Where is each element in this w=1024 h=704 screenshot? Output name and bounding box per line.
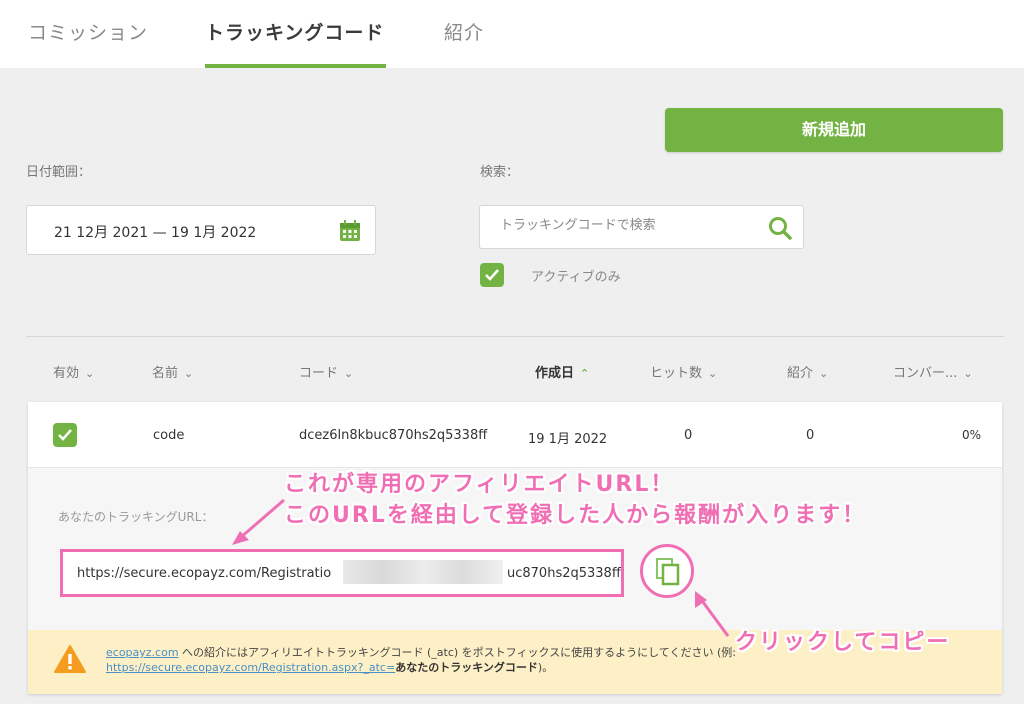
active-only-label: アクティブのみ xyxy=(531,270,621,285)
annotation-line-1: これが専用のアフィリエイトURL！ xyxy=(284,472,675,497)
column-header-created[interactable]: 作成日 ⌃ xyxy=(535,362,589,381)
annotation-line-2: このURLを経由して登録した人から報酬が入ります！ xyxy=(284,503,867,528)
row-hits: 0 xyxy=(684,428,693,443)
example-url-link[interactable]: https://secure.ecopayz.com/Registration.… xyxy=(106,661,395,674)
tab-commission[interactable]: コミッション xyxy=(28,18,148,45)
row-conversion: 0% xyxy=(962,428,982,442)
search-field xyxy=(479,205,804,249)
active-tab-indicator xyxy=(205,64,386,68)
tracking-url-start: https://secure.ecopayz.com/Registratio xyxy=(77,566,332,581)
add-new-button[interactable]: 新規追加 xyxy=(665,108,1003,152)
search-label: 検索： xyxy=(480,165,520,180)
divider xyxy=(26,336,1004,337)
blurred-region xyxy=(343,560,503,584)
tracking-url-end: uc870hs2q5338ff xyxy=(507,566,621,581)
warning-icon xyxy=(54,645,86,673)
chevron-down-icon: ⌄ xyxy=(184,367,194,380)
date-range-value: 21 12月 2021 — 19 1月 2022 xyxy=(54,225,257,241)
tracking-url-label: あなたのトラッキングURL： xyxy=(58,510,214,524)
tracking-url-field[interactable]: https://secure.ecopayz.com/Registratio u… xyxy=(60,549,624,597)
chevron-down-icon: ⌄ xyxy=(708,367,718,380)
tracking-code-placeholder: あなたのトラッキングコード xyxy=(395,661,538,674)
copy-button[interactable] xyxy=(640,544,694,598)
row-code: dcez6ln8kbuc870hs2q5338ff xyxy=(299,428,488,443)
calendar-icon[interactable] xyxy=(339,220,361,242)
active-only-checkbox[interactable] xyxy=(480,263,504,287)
chevron-up-icon: ⌃ xyxy=(580,367,590,380)
check-icon xyxy=(485,269,499,281)
tab-tracking-code[interactable]: トラッキングコード xyxy=(205,18,384,45)
row-name: code xyxy=(153,428,185,443)
column-header-referrals[interactable]: 紹介 ⌄ xyxy=(787,362,828,381)
column-header-active[interactable]: 有効 ⌄ xyxy=(53,362,94,381)
annotation-copy-hint: クリックしてコピー xyxy=(735,630,951,655)
row-created-date: 19 1月 2022 xyxy=(528,432,608,447)
search-icon[interactable] xyxy=(767,215,793,241)
check-icon xyxy=(58,429,72,441)
chevron-down-icon: ⌄ xyxy=(963,367,973,380)
date-range-label: 日付範囲： xyxy=(26,165,92,180)
chevron-down-icon: ⌄ xyxy=(344,367,354,380)
copy-icon xyxy=(656,558,680,586)
chevron-down-icon: ⌄ xyxy=(85,367,95,380)
column-header-hits[interactable]: ヒット数 ⌄ xyxy=(650,362,717,381)
chevron-down-icon: ⌄ xyxy=(819,367,829,380)
ecopayz-link[interactable]: ecopayz.com xyxy=(106,646,179,659)
tab-bar: コミッション トラッキングコード 紹介 xyxy=(0,0,1024,68)
row-referrals: 0 xyxy=(806,428,815,443)
date-range-picker[interactable]: 21 12月 2021 — 19 1月 2022 xyxy=(26,205,376,255)
column-header-name[interactable]: 名前 ⌄ xyxy=(152,362,193,381)
tab-referral[interactable]: 紹介 xyxy=(444,18,484,45)
row-active-checkbox[interactable] xyxy=(53,423,77,447)
column-header-conversion[interactable]: コンバー... ⌄ xyxy=(893,362,973,381)
column-header-code[interactable]: コード ⌄ xyxy=(299,362,353,381)
search-input[interactable] xyxy=(498,217,752,234)
